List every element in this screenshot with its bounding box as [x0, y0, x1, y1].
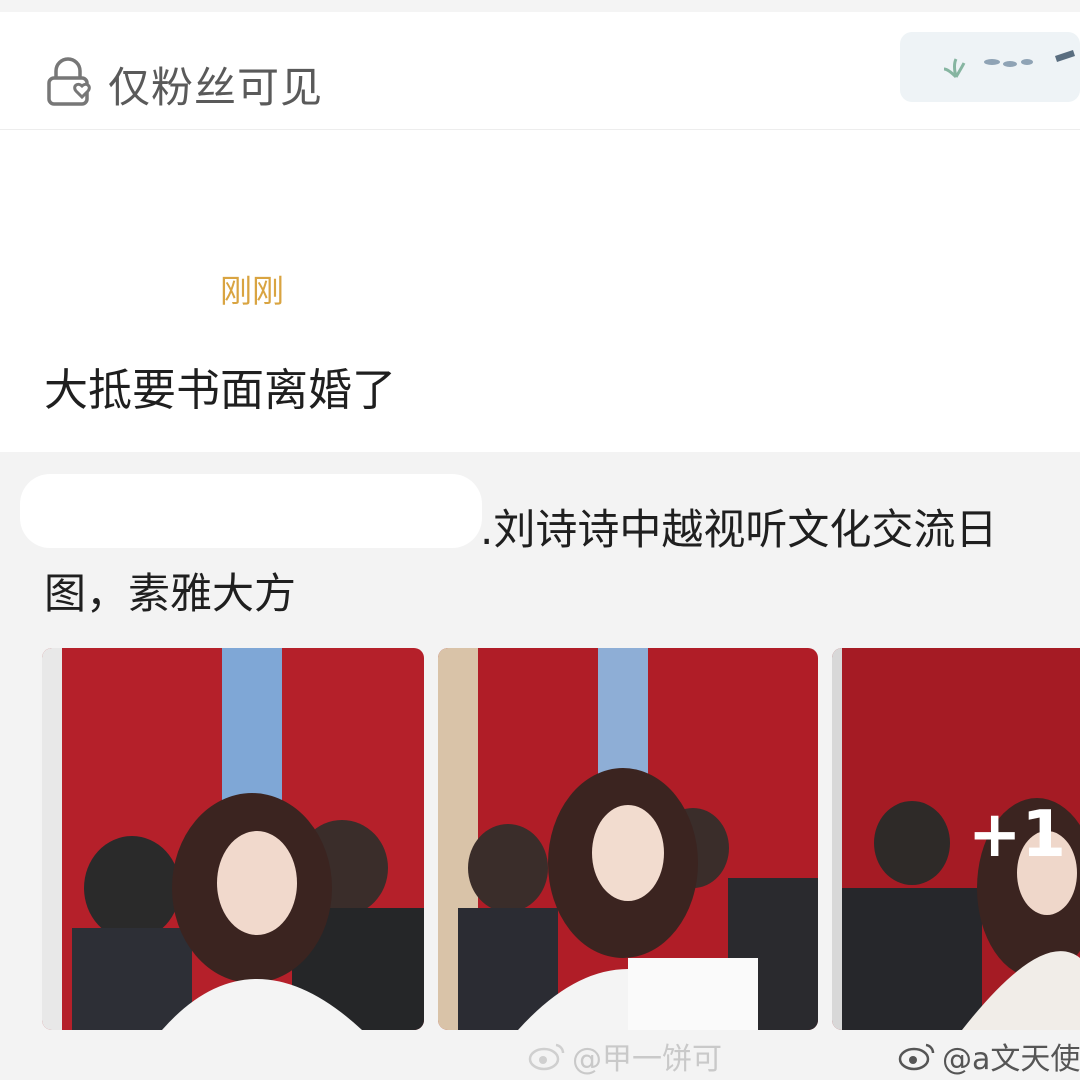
visibility-label: 仅粉丝可见: [108, 63, 324, 112]
post-timestamp: 刚刚: [220, 272, 285, 310]
decorative-banner: [900, 32, 1080, 102]
watermark-2: @a文天使: [898, 1034, 1080, 1078]
lock-heart-icon: [44, 56, 96, 108]
photo-thumbnail-2[interactable]: [438, 648, 818, 1030]
post-text: 大抵要书面离婚了: [44, 365, 396, 416]
repost-text-line-2: 图，素雅大方: [44, 569, 297, 618]
repost-text-line-1: .刘诗诗中越视听文化交流日: [480, 505, 998, 554]
post-screenshot: 仅粉丝可见 刚刚 大抵要书面离婚了 .刘诗诗中越视听文化交流日 图，素雅大方 +…: [0, 0, 1080, 1080]
visibility-header: 仅粉丝可见: [0, 12, 1080, 130]
redacted-username: [20, 474, 482, 548]
weibo-icon: [898, 1041, 936, 1071]
more-photos-count: +1: [967, 798, 1066, 872]
photo-thumbnail-1[interactable]: [42, 648, 424, 1030]
photo-thumbnail-3[interactable]: +1: [832, 648, 1080, 1030]
watermark-text-1: @甲一饼可: [572, 1042, 722, 1077]
post-body: 刚刚 大抵要书面离婚了: [0, 130, 1080, 452]
watermark-1: @甲一饼可: [528, 1034, 722, 1078]
reposted-content[interactable]: .刘诗诗中越视听文化交流日 图，素雅大方 +1 @甲一饼可 @a文天使: [0, 452, 1080, 1080]
weibo-icon: [528, 1041, 566, 1071]
watermark-text-2: @a文天使: [942, 1042, 1080, 1077]
